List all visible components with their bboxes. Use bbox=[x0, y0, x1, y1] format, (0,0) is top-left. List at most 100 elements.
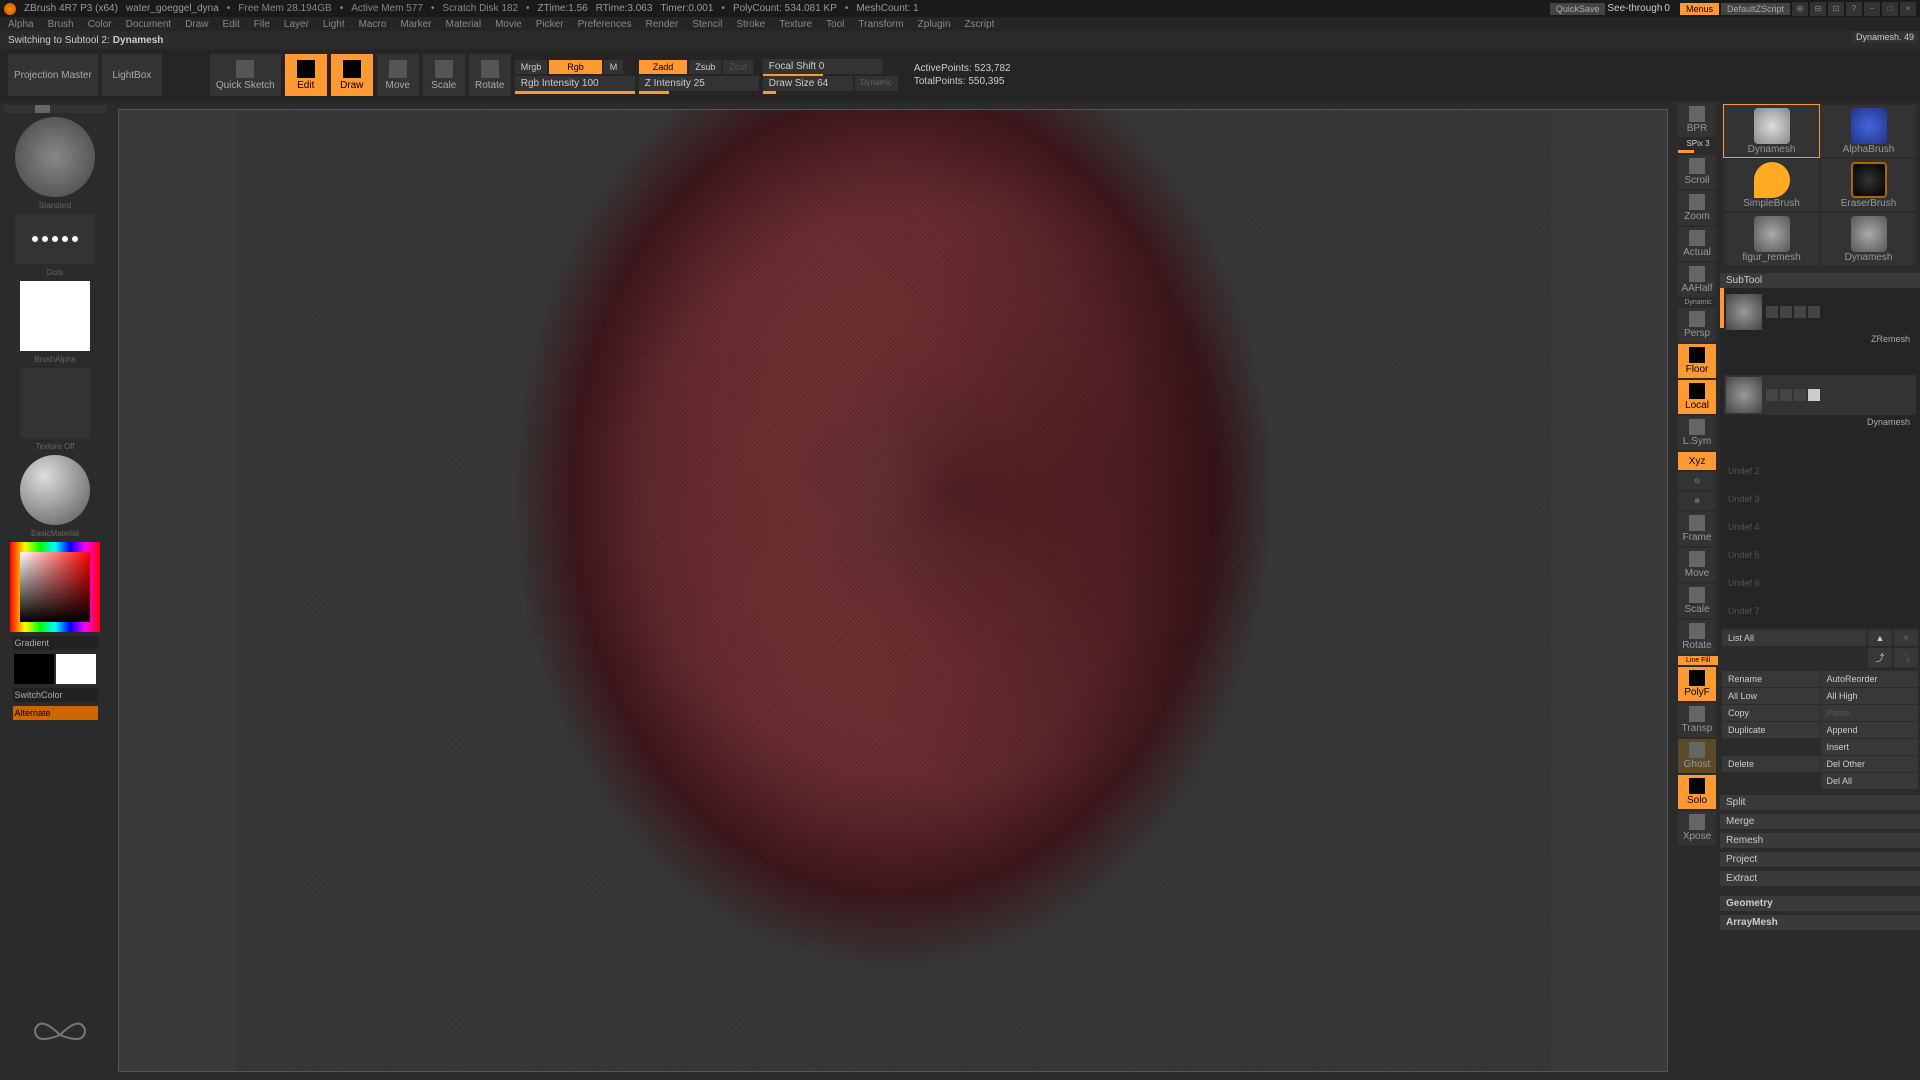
menu-transform[interactable]: Transform bbox=[858, 19, 903, 30]
menu-alpha[interactable]: Alpha bbox=[8, 19, 34, 30]
menu-macro[interactable]: Macro bbox=[359, 19, 387, 30]
maximize-icon[interactable]: □ bbox=[1882, 2, 1898, 16]
list-all-button[interactable]: List All bbox=[1722, 630, 1866, 646]
zsub-button[interactable]: Zsub bbox=[689, 60, 721, 74]
subtool-header[interactable]: SubTool bbox=[1720, 273, 1920, 288]
rotate-button[interactable]: Rotate bbox=[469, 54, 511, 96]
tool-dynamesh2[interactable]: Dynamesh bbox=[1821, 213, 1916, 265]
merge-header[interactable]: Merge bbox=[1720, 814, 1920, 829]
layout3-icon[interactable]: ⊡ bbox=[1828, 2, 1844, 16]
alpha-preview[interactable] bbox=[20, 281, 90, 351]
color-picker[interactable] bbox=[10, 542, 100, 632]
split-header[interactable]: Split bbox=[1720, 795, 1920, 810]
canvas-viewport[interactable] bbox=[118, 109, 1668, 1072]
default-zscript[interactable]: DefaultZScript bbox=[1721, 3, 1790, 15]
dynamic-label[interactable]: Dynamic bbox=[1678, 299, 1718, 306]
tool-figur-remesh[interactable]: figur_remesh bbox=[1724, 213, 1819, 265]
arrow-down-icon[interactable]: ▼ bbox=[1894, 630, 1918, 646]
tool-eraserbrush[interactable]: EraserBrush bbox=[1821, 159, 1916, 211]
menu-zplugin[interactable]: Zplugin bbox=[918, 19, 951, 30]
duplicate-button[interactable]: Duplicate bbox=[1722, 722, 1820, 738]
menu-stroke[interactable]: Stroke bbox=[736, 19, 765, 30]
menu-preferences[interactable]: Preferences bbox=[578, 19, 632, 30]
all-high-button[interactable]: All High bbox=[1821, 688, 1919, 704]
tool-simplebrush[interactable]: SimpleBrush bbox=[1724, 159, 1819, 211]
transp-button[interactable]: Transp bbox=[1678, 703, 1716, 737]
spix-label[interactable]: SPix 3 bbox=[1678, 139, 1718, 148]
scale-button[interactable]: Scale bbox=[423, 54, 465, 96]
lightbox-button[interactable]: LightBox bbox=[102, 54, 162, 96]
all-low-button[interactable]: All Low bbox=[1722, 688, 1820, 704]
tool-dynamesh[interactable]: Dynamesh bbox=[1724, 105, 1819, 157]
menu-render[interactable]: Render bbox=[646, 19, 679, 30]
rename-button[interactable]: Rename bbox=[1722, 671, 1820, 687]
menu-picker[interactable]: Picker bbox=[536, 19, 564, 30]
del-all-button[interactable]: Del All bbox=[1821, 773, 1919, 789]
scroll-button[interactable]: Scroll bbox=[1678, 155, 1716, 189]
close-icon[interactable]: × bbox=[1900, 2, 1916, 16]
linefill-label[interactable]: Line Fill bbox=[1678, 656, 1718, 665]
draw-size-slider[interactable]: Draw Size 64 bbox=[763, 76, 853, 91]
menu-draw[interactable]: Draw bbox=[185, 19, 208, 30]
history-scrubber[interactable] bbox=[35, 105, 50, 113]
aahalf-button[interactable]: AAHalf bbox=[1678, 263, 1716, 297]
brush-preview[interactable] bbox=[15, 117, 95, 197]
tool-alphabrush[interactable]: AlphaBrush bbox=[1821, 105, 1916, 157]
insert-button[interactable]: Insert bbox=[1821, 739, 1919, 755]
append-button[interactable]: Append bbox=[1821, 722, 1919, 738]
layout2-icon[interactable]: ⊟ bbox=[1810, 2, 1826, 16]
arraymesh-header[interactable]: ArrayMesh bbox=[1720, 915, 1920, 930]
menu-edit[interactable]: Edit bbox=[223, 19, 240, 30]
extract-header[interactable]: Extract bbox=[1720, 871, 1920, 886]
geometry-header[interactable]: Geometry bbox=[1720, 896, 1920, 911]
rgb-button[interactable]: Rgb bbox=[549, 60, 602, 74]
project-header[interactable]: Project bbox=[1720, 852, 1920, 867]
paste-button[interactable]: Paste bbox=[1821, 705, 1919, 721]
secondary-color[interactable] bbox=[14, 654, 54, 684]
xpose-button[interactable]: Xpose bbox=[1678, 811, 1716, 845]
focal-shift-slider[interactable]: Focal Shift 0 bbox=[763, 59, 883, 74]
mrgb-button[interactable]: Mrgb bbox=[515, 60, 548, 74]
layout-icon[interactable]: ⊞ bbox=[1792, 2, 1808, 16]
dynamic-button[interactable]: Dynamic bbox=[855, 76, 898, 91]
edit-button[interactable]: Edit bbox=[285, 54, 327, 96]
menu-texture[interactable]: Texture bbox=[779, 19, 812, 30]
subtool-scrollbar[interactable] bbox=[1720, 288, 1724, 328]
texture-preview[interactable] bbox=[20, 368, 90, 438]
delete-button[interactable]: Delete bbox=[1722, 756, 1820, 772]
zadd-button[interactable]: Zadd bbox=[639, 60, 688, 74]
autoreorder-button[interactable]: AutoReorder bbox=[1821, 671, 1919, 687]
actual-button[interactable]: Actual bbox=[1678, 227, 1716, 261]
bpr-button[interactable]: BPR bbox=[1678, 103, 1716, 137]
m-button[interactable]: M bbox=[604, 60, 624, 74]
menu-material[interactable]: Material bbox=[446, 19, 482, 30]
primary-color[interactable] bbox=[56, 654, 96, 684]
local-button[interactable]: Local bbox=[1678, 380, 1716, 414]
menu-tool[interactable]: Tool bbox=[826, 19, 844, 30]
switch-color-button[interactable]: SwitchColor bbox=[13, 688, 98, 702]
menu-light[interactable]: Light bbox=[323, 19, 345, 30]
subtool-dynamesh[interactable] bbox=[1724, 375, 1916, 415]
menus-button[interactable]: Menus bbox=[1680, 3, 1719, 15]
fit-button[interactable]: ⊕ bbox=[1678, 492, 1716, 510]
gradient-button[interactable]: Gradient bbox=[13, 636, 98, 650]
rgb-intensity-slider[interactable]: Rgb Intensity 100 bbox=[515, 76, 635, 91]
menu-color[interactable]: Color bbox=[88, 19, 112, 30]
help-icon[interactable]: ? bbox=[1846, 2, 1862, 16]
persp-button[interactable]: Persp bbox=[1678, 308, 1716, 342]
sculpt-model[interactable] bbox=[235, 110, 1551, 1071]
center-button[interactable]: ⊙ bbox=[1678, 472, 1716, 490]
stroke-preview[interactable] bbox=[15, 214, 95, 264]
lsym-button[interactable]: L.Sym bbox=[1678, 416, 1716, 450]
menu-brush[interactable]: Brush bbox=[48, 19, 74, 30]
ghost-button[interactable]: Ghost bbox=[1678, 739, 1716, 773]
menu-document[interactable]: Document bbox=[126, 19, 172, 30]
arrow-up-icon[interactable]: ▲ bbox=[1868, 630, 1892, 646]
move-down-icon[interactable]: ⤵ bbox=[1894, 648, 1918, 667]
minimize-icon[interactable]: − bbox=[1864, 2, 1880, 16]
menu-zscript[interactable]: Zscript bbox=[964, 19, 994, 30]
floor-button[interactable]: Floor bbox=[1678, 344, 1716, 378]
scale-nav-button[interactable]: Scale bbox=[1678, 584, 1716, 618]
remesh-header[interactable]: Remesh bbox=[1720, 833, 1920, 848]
polyf-button[interactable]: PolyF bbox=[1678, 667, 1716, 701]
